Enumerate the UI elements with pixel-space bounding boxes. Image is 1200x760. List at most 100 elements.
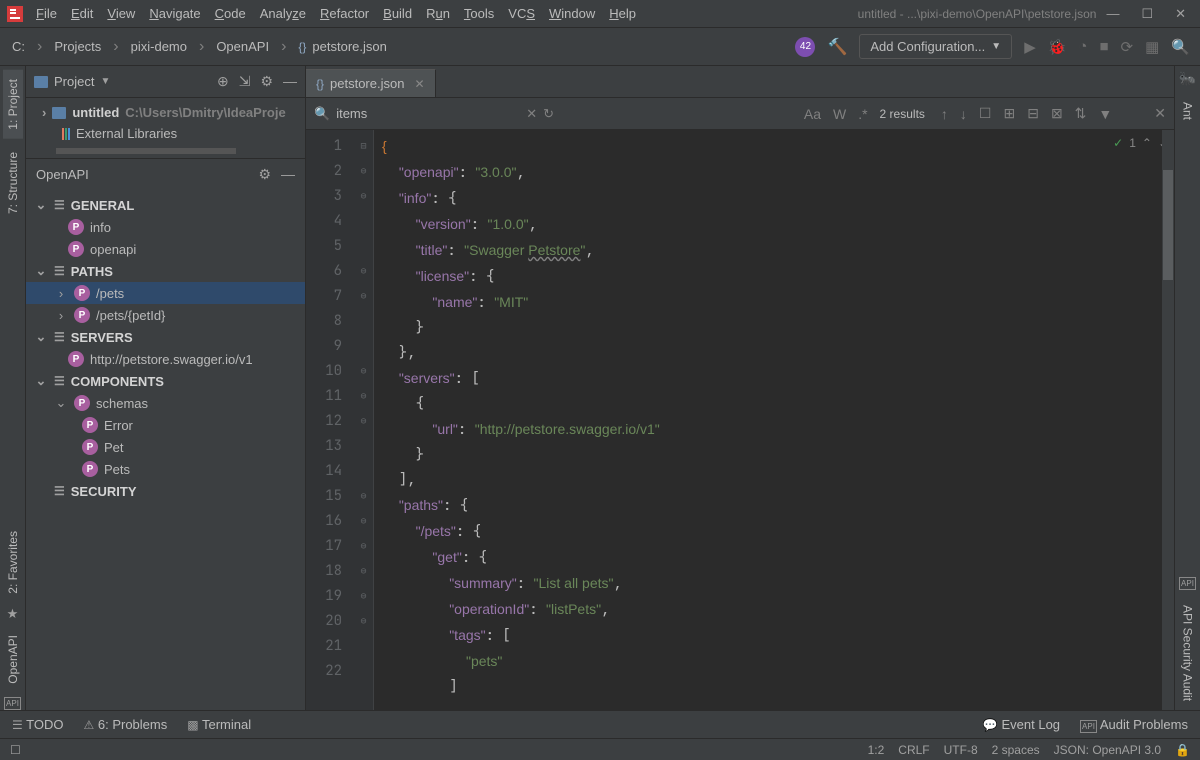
oai-item-pets-id[interactable]: ›P/pets/{petId} xyxy=(26,304,305,326)
chevron-up-icon[interactable]: ⌃ xyxy=(1142,136,1152,150)
rail-tab-favorites[interactable]: 2: Favorites xyxy=(3,522,23,603)
services-icon[interactable]: ▦ xyxy=(1145,38,1159,56)
close-button[interactable]: ✕ xyxy=(1175,6,1186,22)
add-selection-icon[interactable]: ⊞ xyxy=(1003,105,1015,122)
refresh-search-icon[interactable]: ↻ xyxy=(543,106,554,122)
sort-icon[interactable]: ⇅ xyxy=(1075,105,1087,122)
build-icon[interactable]: 🔨 xyxy=(827,37,847,57)
close-search-icon[interactable]: ✕ xyxy=(1154,105,1166,122)
update-icon[interactable]: ⟳ xyxy=(1121,38,1134,56)
lock-icon[interactable]: 🔒 xyxy=(1175,743,1190,757)
oai-item-pets[interactable]: ›P/pets xyxy=(26,282,305,304)
oai-section-security[interactable]: ⌄☰SECURITY xyxy=(26,480,305,502)
project-root[interactable]: › untitled C:\Users\Dmitry\IdeaProje xyxy=(26,102,305,123)
menu-window[interactable]: Window xyxy=(549,6,595,21)
tab-petstore[interactable]: {} petstore.json ✕ xyxy=(306,69,436,97)
project-panel-title[interactable]: Project xyxy=(54,74,94,89)
prev-match-icon[interactable]: ↑ xyxy=(941,106,948,122)
oai-item-pets-schema[interactable]: PPets xyxy=(26,458,305,480)
external-libraries[interactable]: External Libraries xyxy=(26,123,305,144)
menu-view[interactable]: View xyxy=(107,6,135,21)
filter-icon[interactable]: ▼ xyxy=(1098,106,1112,122)
status-icon[interactable]: ☐ xyxy=(10,743,21,757)
encoding[interactable]: UTF-8 xyxy=(944,743,978,757)
select-all-icon[interactable]: ☐ xyxy=(979,105,992,122)
oai-section-general[interactable]: ⌄☰GENERAL xyxy=(26,194,305,216)
search-everywhere-icon[interactable]: 🔍 xyxy=(1171,38,1190,56)
tab-problems[interactable]: ⚠ 6: Problems xyxy=(83,717,167,732)
code-content[interactable]: { "openapi": "3.0.0", "info": { "version… xyxy=(374,130,1174,710)
breadcrumb-item[interactable]: petstore.json xyxy=(312,39,386,54)
maximize-button[interactable]: ☐ xyxy=(1141,6,1153,22)
oai-section-servers[interactable]: ⌄☰SERVERS xyxy=(26,326,305,348)
plugin-badge[interactable]: 42 xyxy=(795,37,815,57)
match-case-icon[interactable]: Aa xyxy=(804,106,821,122)
minimize-button[interactable]: — xyxy=(1106,6,1119,22)
rail-tab-ant[interactable]: Ant xyxy=(1178,93,1198,129)
rail-tab-structure[interactable]: 7: Structure xyxy=(3,143,23,223)
code-editor[interactable]: 12345678910111213141516171819202122 ⊟⊖⊖⊖… xyxy=(306,130,1174,710)
add-configuration-button[interactable]: Add Configuration... ▼ xyxy=(859,34,1012,59)
skip-selection-icon[interactable]: ⊠ xyxy=(1051,105,1063,122)
rail-tab-project[interactable]: 1: Project xyxy=(3,70,23,139)
menu-analyze[interactable]: Analyze xyxy=(260,6,306,21)
breadcrumb-root[interactable]: C: xyxy=(12,39,25,54)
remove-selection-icon[interactable]: ⊟ xyxy=(1027,105,1039,122)
cursor-position[interactable]: 1:2 xyxy=(868,743,885,757)
rail-tab-openapi[interactable]: OpenAPI xyxy=(3,626,23,693)
fold-gutter[interactable]: ⊟⊖⊖⊖⊖⊖⊖⊖⊖⊖⊖⊖⊖⊖ xyxy=(354,130,374,710)
debug-icon[interactable]: 🐞 xyxy=(1048,38,1067,56)
oai-item-error[interactable]: PError xyxy=(26,414,305,436)
inspection-markers[interactable]: ✓ 1 ⌃ ⌄ xyxy=(1113,136,1168,150)
menu-refactor[interactable]: Refactor xyxy=(320,6,369,21)
folder-icon xyxy=(34,76,48,88)
menu-build[interactable]: Build xyxy=(383,6,412,21)
menu-edit[interactable]: Edit xyxy=(71,6,93,21)
close-tab-icon[interactable]: ✕ xyxy=(414,77,424,91)
language[interactable]: JSON: OpenAPI 3.0 xyxy=(1054,743,1161,757)
locate-icon[interactable]: ⊕ xyxy=(217,73,229,90)
oai-item-openapi[interactable]: Popenapi xyxy=(26,238,305,260)
indent[interactable]: 2 spaces xyxy=(992,743,1040,757)
oai-item-pet[interactable]: PPet xyxy=(26,436,305,458)
expand-icon[interactable]: ⇲ xyxy=(239,73,251,90)
tab-event-log[interactable]: 💬 Event Log xyxy=(983,717,1060,732)
chevron-down-icon[interactable]: ▼ xyxy=(100,76,110,87)
tab-terminal[interactable]: ▩ Terminal xyxy=(187,717,251,732)
oai-item-schemas[interactable]: ⌄Pschemas xyxy=(26,392,305,414)
coverage-icon[interactable]: ◔ xyxy=(1078,38,1087,55)
oai-section-components[interactable]: ⌄☰COMPONENTS xyxy=(26,370,305,392)
menu-tools[interactable]: Tools xyxy=(464,6,494,21)
menu-file[interactable]: File xyxy=(36,6,57,21)
hide-icon[interactable]: — xyxy=(281,166,295,183)
oai-item-info[interactable]: Pinfo xyxy=(26,216,305,238)
menu-code[interactable]: Code xyxy=(215,6,246,21)
stop-icon[interactable]: ■ xyxy=(1099,38,1108,55)
tab-todo[interactable]: ☰ TODO xyxy=(12,717,63,732)
project-tree[interactable]: › untitled C:\Users\Dmitry\IdeaProje Ext… xyxy=(26,98,305,158)
menu-navigate[interactable]: Navigate xyxy=(149,6,200,21)
words-icon[interactable]: W xyxy=(833,106,846,122)
breadcrumb-item[interactable]: Projects xyxy=(54,39,101,54)
oai-item-server[interactable]: Phttp://petstore.swagger.io/v1 xyxy=(26,348,305,370)
rail-tab-api-audit[interactable]: API Security Audit xyxy=(1178,596,1198,710)
oai-section-paths[interactable]: ⌄☰PATHS xyxy=(26,260,305,282)
scrollbar-thumb[interactable] xyxy=(1163,170,1173,280)
gear-icon[interactable]: ⚙ xyxy=(260,73,273,90)
menu-run[interactable]: Run xyxy=(426,6,450,21)
find-input[interactable] xyxy=(336,106,516,121)
breadcrumb-item[interactable]: pixi-demo xyxy=(131,39,187,54)
line-separator[interactable]: CRLF xyxy=(898,743,929,757)
menu-vcs[interactable]: VCS xyxy=(508,6,535,21)
breadcrumb[interactable]: C: › Projects › pixi-demo › OpenAPI › {}… xyxy=(12,38,387,56)
breadcrumb-item[interactable]: OpenAPI xyxy=(216,39,269,54)
run-icon[interactable]: ▶ xyxy=(1024,38,1036,56)
openapi-tree[interactable]: ⌄☰GENERAL Pinfo Popenapi ⌄☰PATHS ›P/pets… xyxy=(26,190,305,506)
next-match-icon[interactable]: ↓ xyxy=(960,106,967,122)
regex-icon[interactable]: .* xyxy=(858,106,867,122)
hide-icon[interactable]: — xyxy=(283,73,297,90)
tab-audit[interactable]: API Audit Problems xyxy=(1080,717,1188,732)
menu-help[interactable]: Help xyxy=(609,6,636,21)
clear-search-icon[interactable]: ✕ xyxy=(526,106,537,122)
gear-icon[interactable]: ⚙ xyxy=(258,166,271,183)
